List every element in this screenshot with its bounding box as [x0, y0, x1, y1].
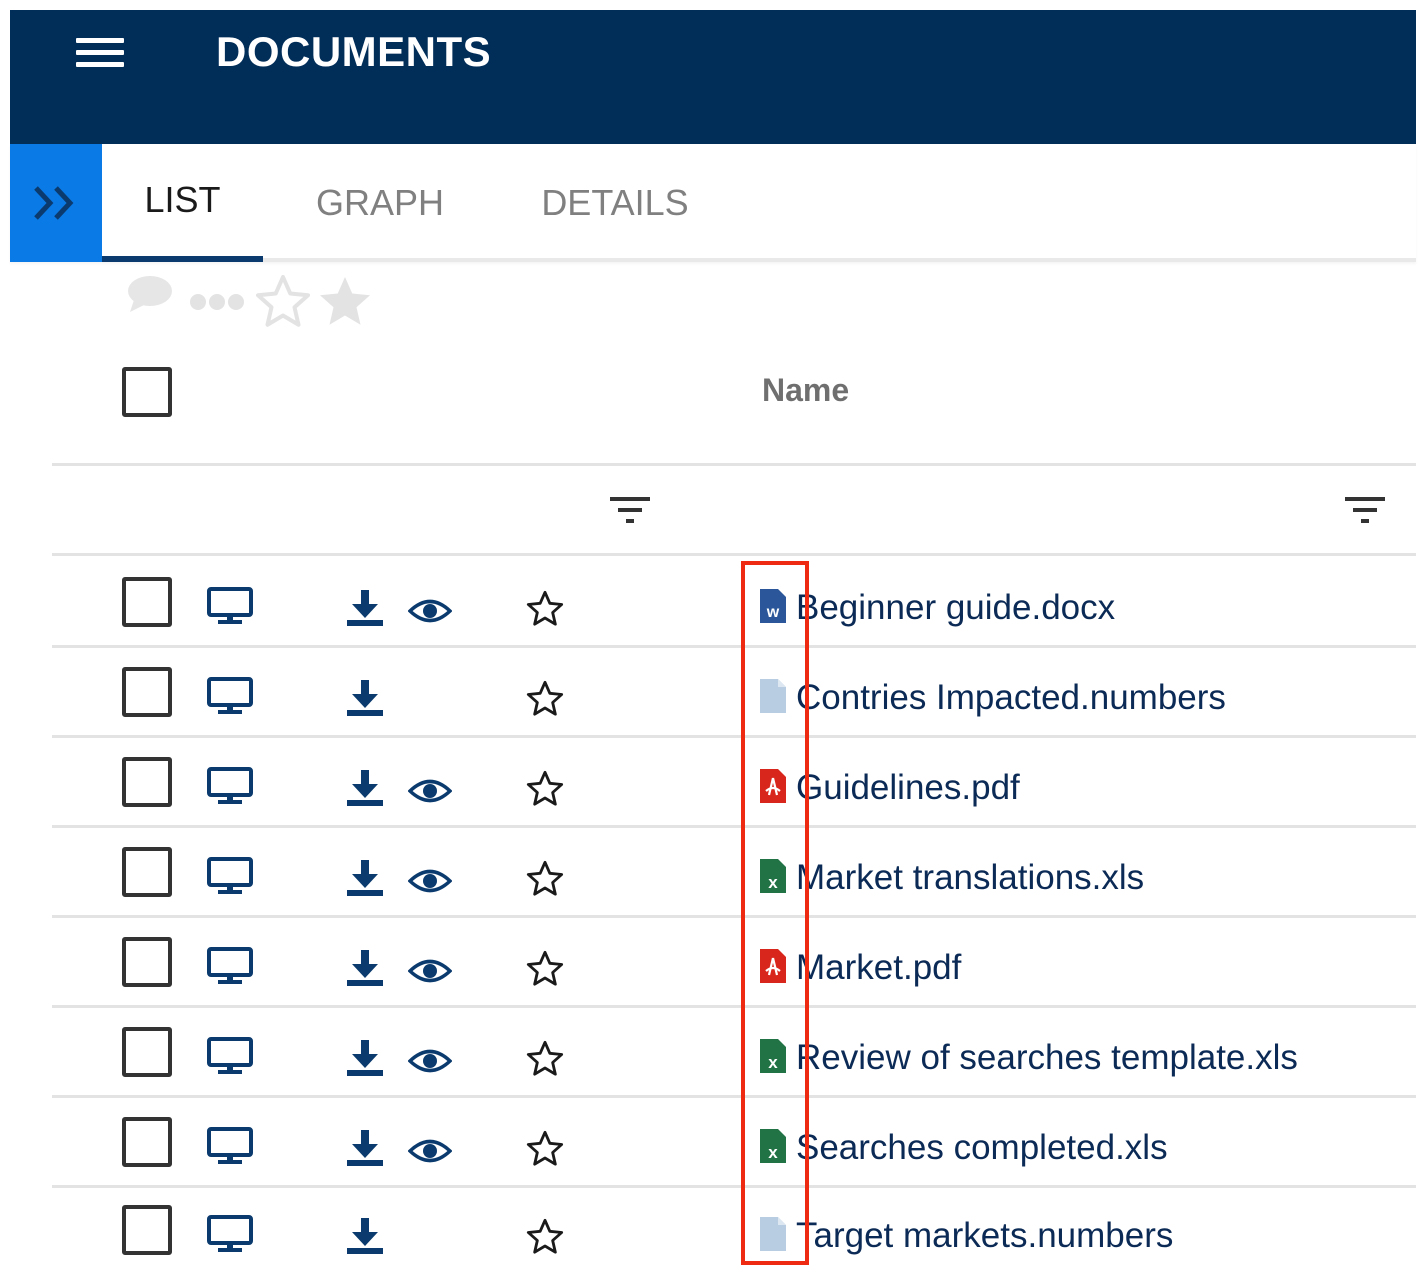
table-row[interactable]: x Searches completed.xls	[52, 1098, 1416, 1188]
download-icon[interactable]	[345, 590, 385, 633]
file-name-link[interactable]: Contries Impacted.numbers	[796, 678, 1226, 718]
download-icon[interactable]	[345, 860, 385, 903]
open-in-desktop-icon[interactable]	[206, 1214, 254, 1259]
download-icon[interactable]	[345, 1040, 385, 1083]
pdf-file-icon	[760, 949, 786, 983]
file-name-link[interactable]: Guidelines.pdf	[796, 768, 1020, 808]
open-in-desktop-icon[interactable]	[206, 1036, 254, 1081]
double-chevron-right-icon	[34, 186, 74, 220]
row-checkbox[interactable]	[122, 757, 172, 807]
hamburger-menu-icon[interactable]	[76, 36, 124, 72]
file-name-link[interactable]: Market translations.xls	[796, 858, 1144, 898]
download-icon[interactable]	[345, 1218, 385, 1261]
tab-bar: LIST GRAPH DETAILS	[10, 144, 1416, 262]
open-in-desktop-icon[interactable]	[206, 676, 254, 721]
svg-text:x: x	[768, 1143, 778, 1162]
expand-sidebar-button[interactable]	[10, 144, 102, 262]
favorite-star-icon[interactable]	[524, 769, 566, 814]
download-icon[interactable]	[345, 680, 385, 723]
favorite-star-icon[interactable]	[524, 679, 566, 724]
header-divider	[52, 463, 1416, 466]
favorite-star-icon[interactable]	[524, 949, 566, 994]
excel-file-icon: x	[760, 1039, 786, 1073]
table-row[interactable]: x Review of searches template.xls	[52, 1008, 1416, 1098]
tab-list[interactable]: LIST	[102, 144, 263, 262]
preview-eye-icon[interactable]	[407, 1138, 453, 1169]
excel-file-icon: x	[760, 859, 786, 893]
open-in-desktop-icon[interactable]	[206, 766, 254, 811]
table-row[interactable]: Market.pdf	[52, 918, 1416, 1008]
page-title: DOCUMENTS	[216, 28, 492, 75]
excel-file-icon: x	[760, 1129, 786, 1163]
row-checkbox[interactable]	[122, 937, 172, 987]
tab-graph[interactable]: GRAPH	[285, 144, 475, 262]
favorite-star-icon[interactable]	[524, 589, 566, 634]
comment-icon[interactable]	[126, 274, 174, 314]
row-checkbox[interactable]	[122, 847, 172, 897]
row-checkbox[interactable]	[122, 1027, 172, 1077]
svg-text:x: x	[768, 1053, 778, 1072]
download-icon[interactable]	[345, 950, 385, 993]
open-in-desktop-icon[interactable]	[206, 1126, 254, 1171]
open-in-desktop-icon[interactable]	[206, 586, 254, 631]
more-dots-icon[interactable]	[188, 290, 246, 314]
download-icon[interactable]	[345, 1130, 385, 1173]
app-header: DOCUMENTS	[10, 10, 1416, 144]
preview-eye-icon[interactable]	[407, 598, 453, 629]
favorite-star-icon[interactable]	[524, 859, 566, 904]
table-row[interactable]: x Market translations.xls	[52, 828, 1416, 918]
table-row[interactable]: Contries Impacted.numbers	[52, 648, 1416, 738]
file-name-link[interactable]: Market.pdf	[796, 948, 961, 988]
generic-file-icon	[760, 1217, 786, 1251]
preview-eye-icon[interactable]	[407, 868, 453, 899]
table-row[interactable]: w Beginner guide.docx	[52, 558, 1416, 648]
filter-icon[interactable]	[610, 495, 650, 525]
star-outline-icon[interactable]	[252, 272, 314, 332]
preview-eye-icon[interactable]	[407, 958, 453, 989]
star-filled-icon[interactable]	[314, 272, 376, 332]
file-name-link[interactable]: Searches completed.xls	[796, 1128, 1168, 1168]
generic-file-icon	[760, 679, 786, 713]
column-header-name[interactable]: Name	[762, 372, 849, 409]
open-in-desktop-icon[interactable]	[206, 946, 254, 991]
filter-divider	[52, 553, 1416, 556]
preview-eye-icon[interactable]	[407, 778, 453, 809]
file-name-link[interactable]: Review of searches template.xls	[796, 1038, 1298, 1078]
svg-text:w: w	[766, 604, 780, 621]
file-name-link[interactable]: Beginner guide.docx	[796, 588, 1115, 628]
row-checkbox[interactable]	[122, 577, 172, 627]
favorite-star-icon[interactable]	[524, 1217, 566, 1262]
name-filter-icon[interactable]	[1345, 495, 1385, 525]
table-row[interactable]: Guidelines.pdf	[52, 738, 1416, 828]
svg-text:x: x	[768, 873, 778, 892]
open-in-desktop-icon[interactable]	[206, 856, 254, 901]
pdf-file-icon	[760, 769, 786, 803]
preview-eye-icon[interactable]	[407, 1048, 453, 1079]
table-row[interactable]: Target markets.numbers	[52, 1186, 1416, 1266]
row-checkbox[interactable]	[122, 1117, 172, 1167]
favorite-star-icon[interactable]	[524, 1039, 566, 1084]
download-icon[interactable]	[345, 770, 385, 813]
tab-details[interactable]: DETAILS	[515, 144, 715, 262]
select-all-checkbox[interactable]	[122, 367, 172, 417]
word-file-icon: w	[760, 589, 786, 623]
row-checkbox[interactable]	[122, 1205, 172, 1255]
file-name-link[interactable]: Target markets.numbers	[796, 1216, 1173, 1256]
favorite-star-icon[interactable]	[524, 1129, 566, 1174]
row-checkbox[interactable]	[122, 667, 172, 717]
